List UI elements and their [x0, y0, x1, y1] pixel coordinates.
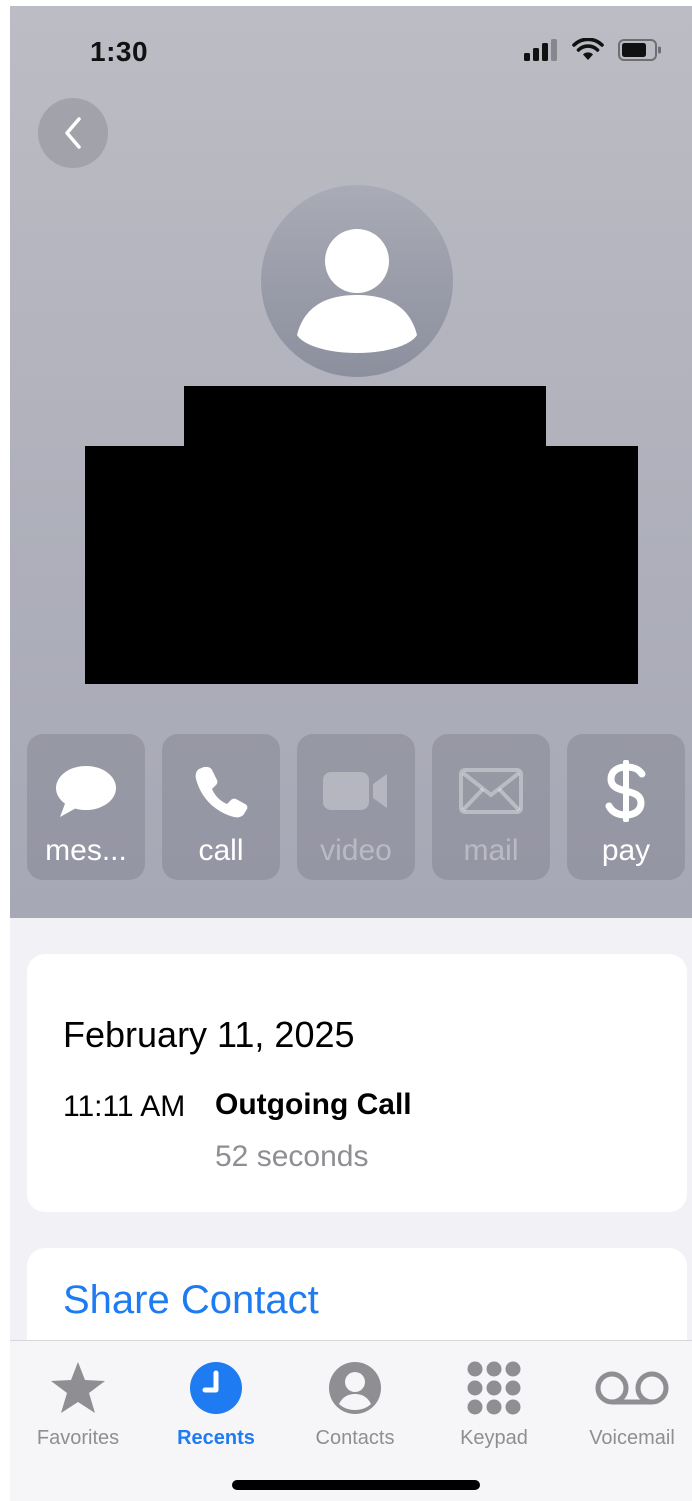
contact-header: 1:30 mes... call video mail pay: [10, 6, 692, 918]
back-button[interactable]: [38, 98, 108, 168]
tab-voicemail[interactable]: Voicemail: [564, 1341, 692, 1461]
call-action-label: call: [198, 834, 244, 867]
tab-contacts[interactable]: Contacts: [287, 1341, 423, 1461]
tab-recents[interactable]: Recents: [148, 1341, 284, 1461]
home-indicator: [232, 1480, 480, 1490]
tab-keypad-label: Keypad: [460, 1427, 528, 1449]
pay-action-button[interactable]: pay: [567, 734, 685, 880]
status-icons: [524, 37, 662, 67]
person-circle-icon: [329, 1362, 381, 1414]
redacted-contact-info: [85, 446, 638, 684]
dollar-icon: [605, 760, 646, 822]
call-date: February 11, 2025: [63, 1014, 355, 1055]
call-type: Outgoing Call: [215, 1088, 412, 1121]
clock-icon: [190, 1362, 242, 1414]
tab-favorites-label: Favorites: [36, 1427, 120, 1449]
tab-voicemail-label: Voicemail: [589, 1427, 675, 1449]
call-action-button[interactable]: call: [162, 734, 280, 880]
chevron-left-icon: [65, 117, 81, 149]
tab-recents-label: Recents: [177, 1427, 255, 1449]
battery-icon: [618, 39, 662, 66]
video-action-label: video: [320, 834, 392, 867]
contact-avatar: [261, 185, 453, 377]
message-action-button[interactable]: mes...: [27, 734, 145, 880]
call-history-card: February 11, 2025 11:11 AM Outgoing Call…: [27, 954, 687, 1212]
message-bubble-icon: [56, 766, 116, 817]
wifi-icon: [572, 37, 604, 67]
tab-keypad[interactable]: Keypad: [426, 1341, 562, 1461]
voicemail-icon: [595, 1371, 669, 1405]
phone-icon: [195, 767, 248, 818]
status-bar: 1:30: [10, 6, 692, 86]
share-contact-button[interactable]: Share Contact: [63, 1278, 319, 1323]
tab-favorites[interactable]: Favorites: [10, 1341, 146, 1461]
pay-action-label: pay: [601, 834, 651, 867]
keypad-icon: [467, 1361, 521, 1415]
call-duration: 52 seconds: [215, 1140, 369, 1173]
envelope-icon: [459, 768, 523, 814]
call-time: 11:11 AM: [63, 1090, 186, 1123]
tab-contacts-label: Contacts: [315, 1427, 395, 1449]
mail-action-label: mail: [463, 834, 519, 867]
video-action-button[interactable]: video: [297, 734, 415, 880]
video-camera-icon: [323, 772, 387, 810]
cellular-signal-icon: [524, 39, 558, 66]
tab-bar: Favorites Recents Contacts Keypad Voicem…: [10, 1340, 692, 1501]
message-action-label: mes...: [45, 834, 127, 867]
status-time: 1:30: [90, 36, 149, 67]
contact-detail-screen: 1:30 mes... call video mail pay February…: [10, 6, 692, 1501]
mail-action-button[interactable]: mail: [432, 734, 550, 880]
star-icon: [51, 1362, 105, 1413]
person-silhouette-icon: [297, 229, 417, 353]
quick-actions: mes... call video mail pay: [27, 734, 687, 880]
